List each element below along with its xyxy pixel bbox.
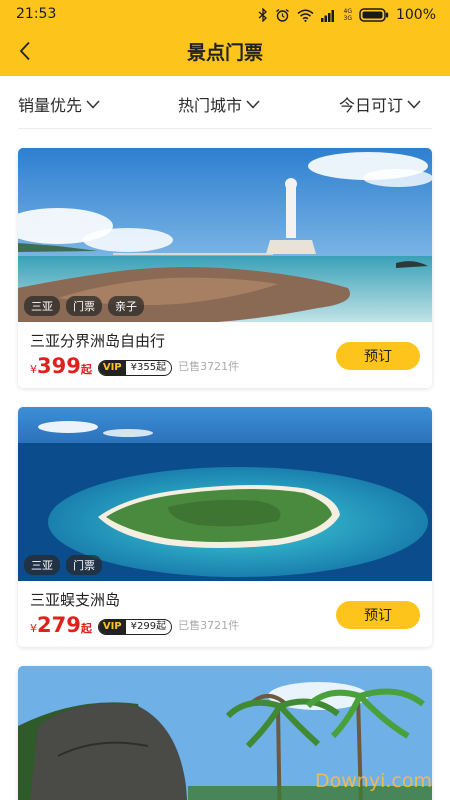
ticket-card[interactable]: 三亚 门票 三亚蜈支洲岛 ¥ 279 起 VIP ¥299起 已售3721件 预… [18,407,432,647]
alarm-icon [275,8,289,22]
status-time: 21:53 [16,6,57,22]
tag: 门票 [66,296,102,316]
ticket-image[interactable]: 三亚 门票 [18,407,432,581]
filter-divider [18,128,432,129]
vip-price: ¥355起 [130,362,167,373]
ticket-title: 三亚蜈支洲岛 [30,591,121,609]
wifi-icon [297,9,313,22]
battery-icon [359,8,389,22]
filter-bar: 销量优先 热门城市 今日可订 [0,76,450,130]
vip-price: ¥299起 [130,621,167,632]
vip-label: VIP [98,620,126,634]
price-currency: ¥ [30,363,37,376]
filter-availability-label: 今日可订 [339,96,404,115]
watermark-logo: Downyi.com [315,770,432,792]
book-button[interactable]: 预订 [336,601,420,629]
price-value: 279 [37,613,81,637]
price-currency: ¥ [30,622,37,635]
tag: 亲子 [108,296,144,316]
filter-sort-label: 销量优先 [18,96,83,115]
ticket-tags: 三亚 门票 亲子 [24,296,144,316]
app-header: 21:53 4G 3G 100% 景点门票 [0,0,450,76]
vip-price-badge: VIP ¥355起 [97,360,173,376]
price-suffix: 起 [80,622,92,635]
chevron-down-icon [86,99,100,109]
price-row: ¥ 279 起 VIP ¥299起 已售3721件 [30,613,239,638]
battery-percent: 100% [395,7,436,23]
page-title: 景点门票 [186,42,263,64]
ticket-title: 三亚分界洲岛自由行 [30,332,166,350]
price-suffix: 起 [80,363,92,376]
tag: 三亚 [24,555,60,575]
bluetooth-icon [258,8,267,22]
vip-label: VIP [98,361,126,375]
chevron-down-icon [246,99,260,109]
chevron-down-icon [407,99,421,109]
ticket-image[interactable]: 三亚 门票 亲子 [18,148,432,322]
signal-icon [320,9,334,22]
filter-city[interactable]: 热门城市 [178,92,260,116]
book-button[interactable]: 预订 [336,342,420,370]
sold-count: 已售3721件 [178,619,240,632]
ticket-tags: 三亚 门票 [24,555,102,575]
status-bar: 21:53 4G 3G 100% [0,0,450,30]
status-icons: 4G 3G 100% [258,5,436,25]
network-type: 4G 3G [343,8,352,22]
sold-count: 已售3721件 [178,360,240,373]
price-value: 399 [37,354,81,378]
ticket-card[interactable]: 三亚 门票 亲子 三亚分界洲岛自由行 ¥ 399 起 VIP ¥355起 已售3… [18,148,432,388]
tag: 门票 [66,555,102,575]
filter-availability[interactable]: 今日可订 [339,92,421,116]
tag: 三亚 [24,296,60,316]
vip-price-badge: VIP ¥299起 [97,619,173,635]
filter-city-label: 热门城市 [178,96,243,115]
filter-sort[interactable]: 销量优先 [18,92,100,116]
price-row: ¥ 399 起 VIP ¥355起 已售3721件 [30,354,239,379]
